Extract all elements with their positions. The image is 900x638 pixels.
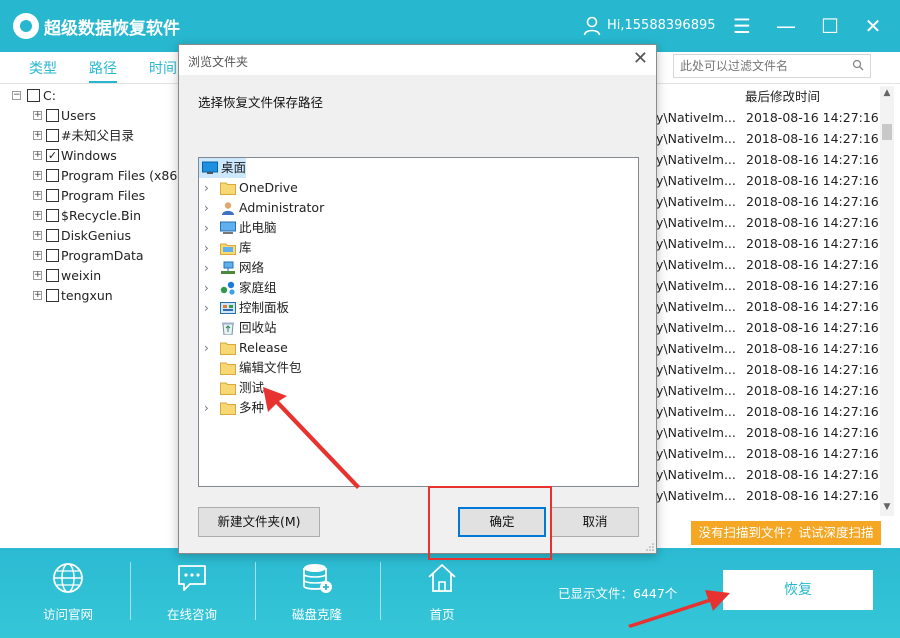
arrow-to-recover-button	[628, 590, 730, 628]
annotation-arrows	[263, 387, 730, 628]
arrow-to-test-folder	[263, 387, 360, 489]
